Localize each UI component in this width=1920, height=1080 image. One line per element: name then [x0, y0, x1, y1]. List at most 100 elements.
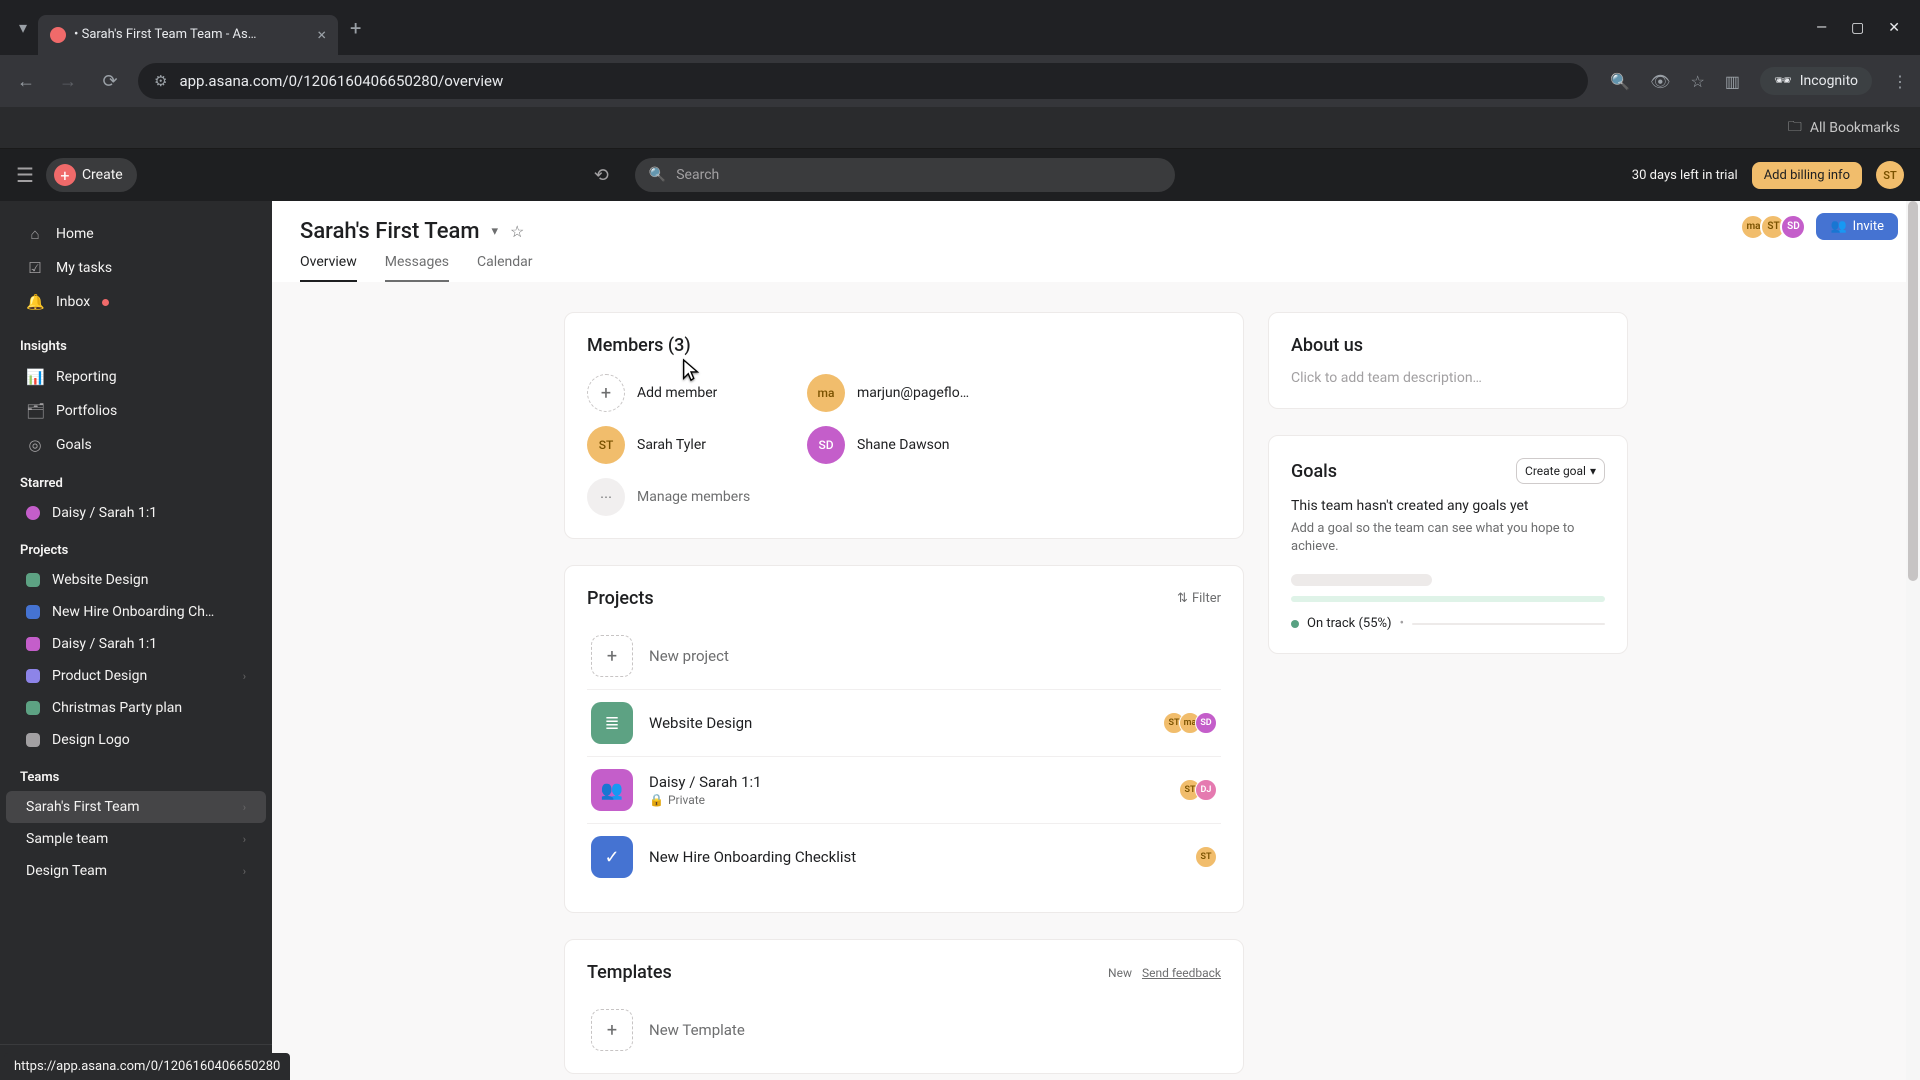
browser-tab-strip: ▾ • Sarah's First Team Team - As… × + — …: [0, 0, 1920, 55]
sidebar-label: Home: [56, 226, 94, 242]
add-member-label: Add member: [637, 385, 717, 401]
create-goal-label: Create goal: [1525, 464, 1586, 478]
sidebar-mytasks[interactable]: ☑My tasks: [6, 251, 266, 285]
bookmarks-folder-icon: 🗀: [1788, 116, 1802, 140]
sidebar-portfolios[interactable]: 🗂Portfolios: [6, 394, 266, 428]
minimize-button[interactable]: —: [1816, 20, 1827, 36]
manage-members-label: Manage members: [637, 489, 750, 505]
project-name: Website Design: [52, 572, 246, 588]
member-name: marjun@pageflo…: [857, 385, 969, 401]
all-bookmarks-button[interactable]: All Bookmarks: [1810, 120, 1900, 136]
sidebar-project-item[interactable]: Website Design: [6, 564, 266, 596]
sidebar-project-item[interactable]: New Hire Onboarding Ch…: [6, 596, 266, 628]
tab-calendar[interactable]: Calendar: [477, 254, 533, 282]
zoom-icon[interactable]: 🔍: [1610, 72, 1630, 91]
history-icon[interactable]: ⟲: [594, 165, 609, 186]
team-name: Design Team: [26, 863, 231, 879]
projects-header: Projects: [0, 529, 272, 564]
sidebar-project-item[interactable]: Daisy / Sarah 1:1: [6, 628, 266, 660]
menu-toggle-icon[interactable]: ☰: [16, 163, 34, 187]
tab-search-dropdown[interactable]: ▾: [8, 13, 38, 43]
profile-avatar[interactable]: ST: [1876, 161, 1904, 189]
project-tile-icon: ≣: [591, 702, 633, 744]
sidebar-inbox[interactable]: 🔔Inbox: [6, 285, 266, 319]
browser-menu-icon[interactable]: ⋮: [1892, 72, 1908, 91]
member-avatar: ST: [1195, 846, 1217, 868]
project-row[interactable]: ✓ New Hire Onboarding Checklist ST: [587, 824, 1221, 890]
new-template-row[interactable]: + New Template: [587, 997, 1221, 1063]
site-settings-icon[interactable]: ⚙: [154, 72, 167, 90]
project-color-dot: [26, 701, 40, 715]
eye-off-icon[interactable]: 👁: [1650, 72, 1670, 91]
add-billing-button[interactable]: Add billing info: [1752, 162, 1862, 189]
goals-skeleton: [1291, 574, 1605, 602]
scrollbar-track[interactable]: [1906, 201, 1920, 1080]
goals-sub-text: Add a goal so the team can see what you …: [1291, 520, 1605, 556]
search-placeholder: Search: [676, 167, 719, 183]
sidebar-goals[interactable]: ◎Goals: [6, 428, 266, 462]
sidebar-team-item[interactable]: Sarah's First Team ›: [6, 791, 266, 823]
sidebar-reporting[interactable]: 📊Reporting: [6, 360, 266, 394]
people-icon: 👥: [1830, 219, 1846, 234]
close-window-button[interactable]: ✕: [1888, 20, 1900, 36]
forward-button[interactable]: →: [54, 71, 82, 92]
project-name: Christmas Party plan: [52, 700, 246, 716]
tab-overview[interactable]: Overview: [300, 254, 357, 282]
sidebar-home[interactable]: ⌂Home: [6, 217, 266, 251]
new-tab-button[interactable]: +: [338, 16, 373, 40]
star-bookmark-icon[interactable]: ☆: [1690, 72, 1704, 91]
member-item[interactable]: ST Sarah Tyler: [587, 426, 787, 464]
favorite-star-icon[interactable]: ☆: [510, 222, 524, 241]
member-avatar: ST: [587, 426, 625, 464]
project-name: Daisy / Sarah 1:1: [52, 636, 246, 652]
target-icon: ◎: [26, 436, 44, 454]
plus-icon: +: [54, 164, 76, 186]
about-description-input[interactable]: Click to add team description…: [1291, 370, 1605, 386]
invite-label: Invite: [1853, 219, 1884, 234]
tab-messages[interactable]: Messages: [385, 254, 449, 282]
projects-title: Projects: [587, 588, 654, 609]
member-item[interactable]: SD Shane Dawson: [807, 426, 1007, 464]
new-badge: New: [1108, 966, 1132, 980]
new-project-label: New project: [649, 647, 1217, 665]
notification-dot: [102, 299, 109, 306]
member-name: Shane Dawson: [857, 437, 950, 453]
project-members: STDJ: [1185, 779, 1217, 801]
close-tab-icon[interactable]: ×: [317, 25, 326, 44]
back-button[interactable]: ←: [12, 71, 40, 92]
member-item[interactable]: ma marjun@pageflo…: [807, 374, 1007, 412]
scrollbar-thumb[interactable]: [1908, 201, 1918, 581]
filter-button[interactable]: ⇅Filter: [1177, 591, 1221, 606]
project-color-dot: [26, 506, 40, 520]
team-dropdown-icon[interactable]: ▾: [492, 224, 499, 239]
incognito-badge[interactable]: 🕶 Incognito: [1760, 67, 1872, 95]
create-goal-button[interactable]: Create goal▾: [1516, 458, 1605, 484]
browser-tab[interactable]: • Sarah's First Team Team - As… ×: [38, 15, 338, 55]
sidebar-project-item[interactable]: Product Design›: [6, 660, 266, 692]
project-row[interactable]: 👥 Daisy / Sarah 1:1 🔒Private STDJ: [587, 757, 1221, 824]
asana-favicon: [50, 27, 66, 43]
sidebar-starred-item[interactable]: Daisy / Sarah 1:1: [6, 497, 266, 529]
send-feedback-link[interactable]: Send feedback: [1142, 966, 1221, 980]
search-input[interactable]: 🔍 Search: [635, 158, 1175, 192]
project-color-dot: [26, 637, 40, 651]
manage-members-button[interactable]: ⋯ Manage members: [587, 478, 787, 516]
reload-button[interactable]: ⟳: [96, 71, 124, 92]
create-button[interactable]: + Create: [46, 158, 137, 192]
sidebar-team-item[interactable]: Design Team ›: [6, 855, 266, 887]
page-header: Sarah's First Team ▾ ☆ Overview Messages…: [272, 201, 1920, 282]
main-content: Sarah's First Team ▾ ☆ Overview Messages…: [272, 201, 1920, 1080]
sidepanel-icon[interactable]: ▥: [1725, 72, 1740, 91]
maximize-button[interactable]: ▢: [1851, 20, 1864, 36]
new-project-row[interactable]: + New project: [587, 623, 1221, 690]
member-avatar[interactable]: SD: [1780, 214, 1806, 240]
sidebar-project-item[interactable]: Design Logo: [6, 724, 266, 756]
sidebar-team-item[interactable]: Sample team ›: [6, 823, 266, 855]
status-dot-icon: [1291, 620, 1299, 628]
project-row[interactable]: ≣ Website Design STmaSD: [587, 690, 1221, 757]
invite-button[interactable]: 👥 Invite: [1816, 213, 1898, 240]
sidebar-project-item[interactable]: Christmas Party plan: [6, 692, 266, 724]
templates-card: Templates New Send feedback + New Templa…: [564, 939, 1244, 1074]
address-bar[interactable]: ⚙ app.asana.com/0/1206160406650280/overv…: [138, 63, 1588, 99]
team-name: Sample team: [26, 831, 231, 847]
